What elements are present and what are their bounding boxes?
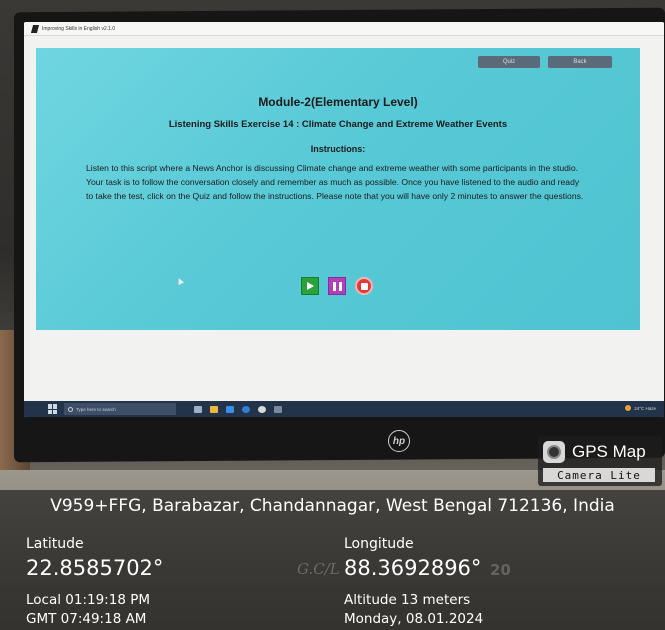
gps-map-badge: GPS Map Camera Lite bbox=[538, 436, 662, 486]
latitude-value: 22.8585702° bbox=[26, 556, 164, 580]
window-titlebar: Improving Skills in English v2.1.0 bbox=[24, 22, 664, 36]
gps-subtitle: Camera Lite bbox=[543, 468, 655, 482]
edge-icon[interactable] bbox=[242, 405, 250, 413]
lesson-panel: Quiz Back Module-2(Elementary Level) Lis… bbox=[36, 48, 640, 330]
windows-taskbar: Type here to search 24°C Haze bbox=[24, 401, 664, 417]
local-time: Local 01:19:18 PM bbox=[26, 592, 150, 608]
search-icon bbox=[68, 406, 73, 412]
back-button[interactable]: Back bbox=[548, 56, 612, 68]
mouse-cursor-icon bbox=[176, 277, 184, 285]
address-text: V959+FFG, Barabazar, Chandannagar, West … bbox=[50, 496, 615, 516]
exercise-title: Listening Skills Exercise 14 : Climate C… bbox=[168, 119, 508, 130]
taskbar-search[interactable]: Type here to search bbox=[64, 403, 176, 415]
stop-icon bbox=[360, 282, 368, 290]
app-icon[interactable] bbox=[274, 405, 282, 413]
weather-text: 24°C Haze bbox=[634, 405, 656, 411]
instructions-heading: Instructions: bbox=[310, 144, 366, 154]
date: Monday, 08.01.2024 bbox=[344, 611, 484, 627]
taskbar-search-placeholder: Type here to search bbox=[76, 406, 116, 412]
longitude-value: 88.3692896° bbox=[344, 556, 482, 580]
audio-controls bbox=[301, 277, 373, 295]
quiz-button[interactable]: Quiz bbox=[478, 56, 540, 68]
camera-icon bbox=[543, 441, 565, 463]
weather-icon bbox=[625, 405, 632, 411]
play-button[interactable] bbox=[301, 277, 319, 295]
taskbar-pinned-apps bbox=[194, 405, 282, 413]
altitude: Altitude 13 meters bbox=[344, 592, 471, 608]
window-title: Improving Skills in English v2.1.0 bbox=[42, 25, 116, 32]
file-explorer-icon[interactable] bbox=[210, 405, 218, 413]
windows-start-icon[interactable] bbox=[48, 404, 58, 414]
gmt-time: GMT 07:49:18 AM bbox=[26, 611, 147, 627]
instructions-text: Listen to this script where a News Ancho… bbox=[86, 163, 584, 201]
task-view-icon[interactable] bbox=[194, 405, 202, 413]
pause-button[interactable] bbox=[328, 277, 346, 295]
hp-logo: hp bbox=[388, 430, 410, 452]
watermark: G.C/L bbox=[297, 560, 340, 578]
module-title: Module-2(Elementary Level) bbox=[258, 95, 418, 109]
latitude-label: Latitude bbox=[26, 536, 84, 552]
mail-icon[interactable] bbox=[226, 405, 234, 413]
play-icon bbox=[307, 282, 314, 290]
chrome-icon[interactable] bbox=[258, 405, 266, 413]
watermark-suffix: 20 bbox=[490, 561, 511, 579]
system-tray: 24°C Haze bbox=[625, 405, 656, 411]
stop-button[interactable] bbox=[355, 277, 373, 295]
app-feather-icon bbox=[30, 24, 40, 33]
pause-icon bbox=[332, 281, 336, 291]
monitor-screen: Improving Skills in English v2.1.0 Quiz … bbox=[24, 22, 664, 417]
gps-title: GPS Map bbox=[572, 442, 646, 461]
longitude-label: Longitude bbox=[344, 536, 414, 552]
